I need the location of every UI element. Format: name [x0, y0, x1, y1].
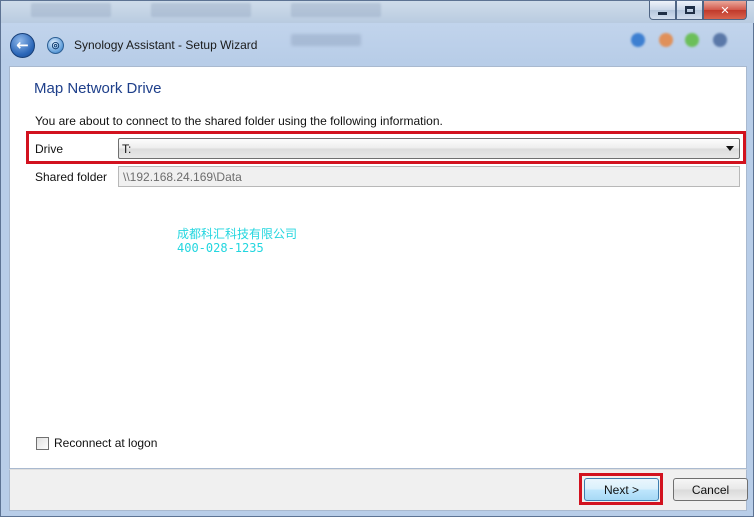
caption-buttons: ✕ [649, 1, 747, 20]
reconnect-label: Reconnect at logon [54, 436, 158, 450]
back-arrow-icon: ← [16, 36, 29, 54]
watermark-company: 成都科汇科技有限公司 [177, 227, 298, 241]
background-window-ghosts [291, 31, 753, 51]
intro-text: You are about to connect to the shared f… [35, 114, 443, 128]
drive-label: Drive [35, 142, 64, 156]
reconnect-option[interactable]: Reconnect at logon [36, 436, 157, 450]
dropdown-arrow-icon [726, 146, 734, 151]
drive-select[interactable]: T: [118, 138, 740, 159]
shared-folder-field: \\192.168.24.169\Data [118, 166, 740, 187]
back-button[interactable]: ← [10, 32, 35, 58]
reconnect-checkbox[interactable] [36, 436, 49, 450]
synology-assistant-icon: ◎ [47, 36, 64, 54]
maximize-button[interactable] [676, 1, 703, 20]
watermark: 成都科汇科技有限公司 400-028-1235 [177, 227, 297, 255]
maximize-icon [684, 6, 695, 14]
next-button[interactable]: Next > [584, 478, 659, 501]
drive-selected-value: T: [122, 142, 132, 156]
wizard-content: Map Network Drive You are about to conne… [9, 66, 747, 469]
close-icon: ✕ [720, 3, 730, 17]
wizard-footer: Next > Cancel [9, 469, 748, 511]
close-button[interactable]: ✕ [703, 1, 747, 20]
background-window-strip [1, 1, 754, 23]
shared-folder-label: Shared folder [35, 170, 108, 184]
minimize-button[interactable] [649, 1, 676, 20]
wizard-window: ✕ ← ◎ Synology Assistant - Setup Wizard … [0, 0, 754, 517]
page-title: Map Network Drive [34, 80, 162, 97]
title-row: ← ◎ Synology Assistant - Setup Wizard [1, 27, 753, 63]
window-title: Synology Assistant - Setup Wizard [74, 38, 258, 52]
watermark-phone: 400-028-1235 [177, 241, 264, 255]
minimize-icon [658, 11, 667, 15]
cancel-button[interactable]: Cancel [673, 478, 748, 501]
